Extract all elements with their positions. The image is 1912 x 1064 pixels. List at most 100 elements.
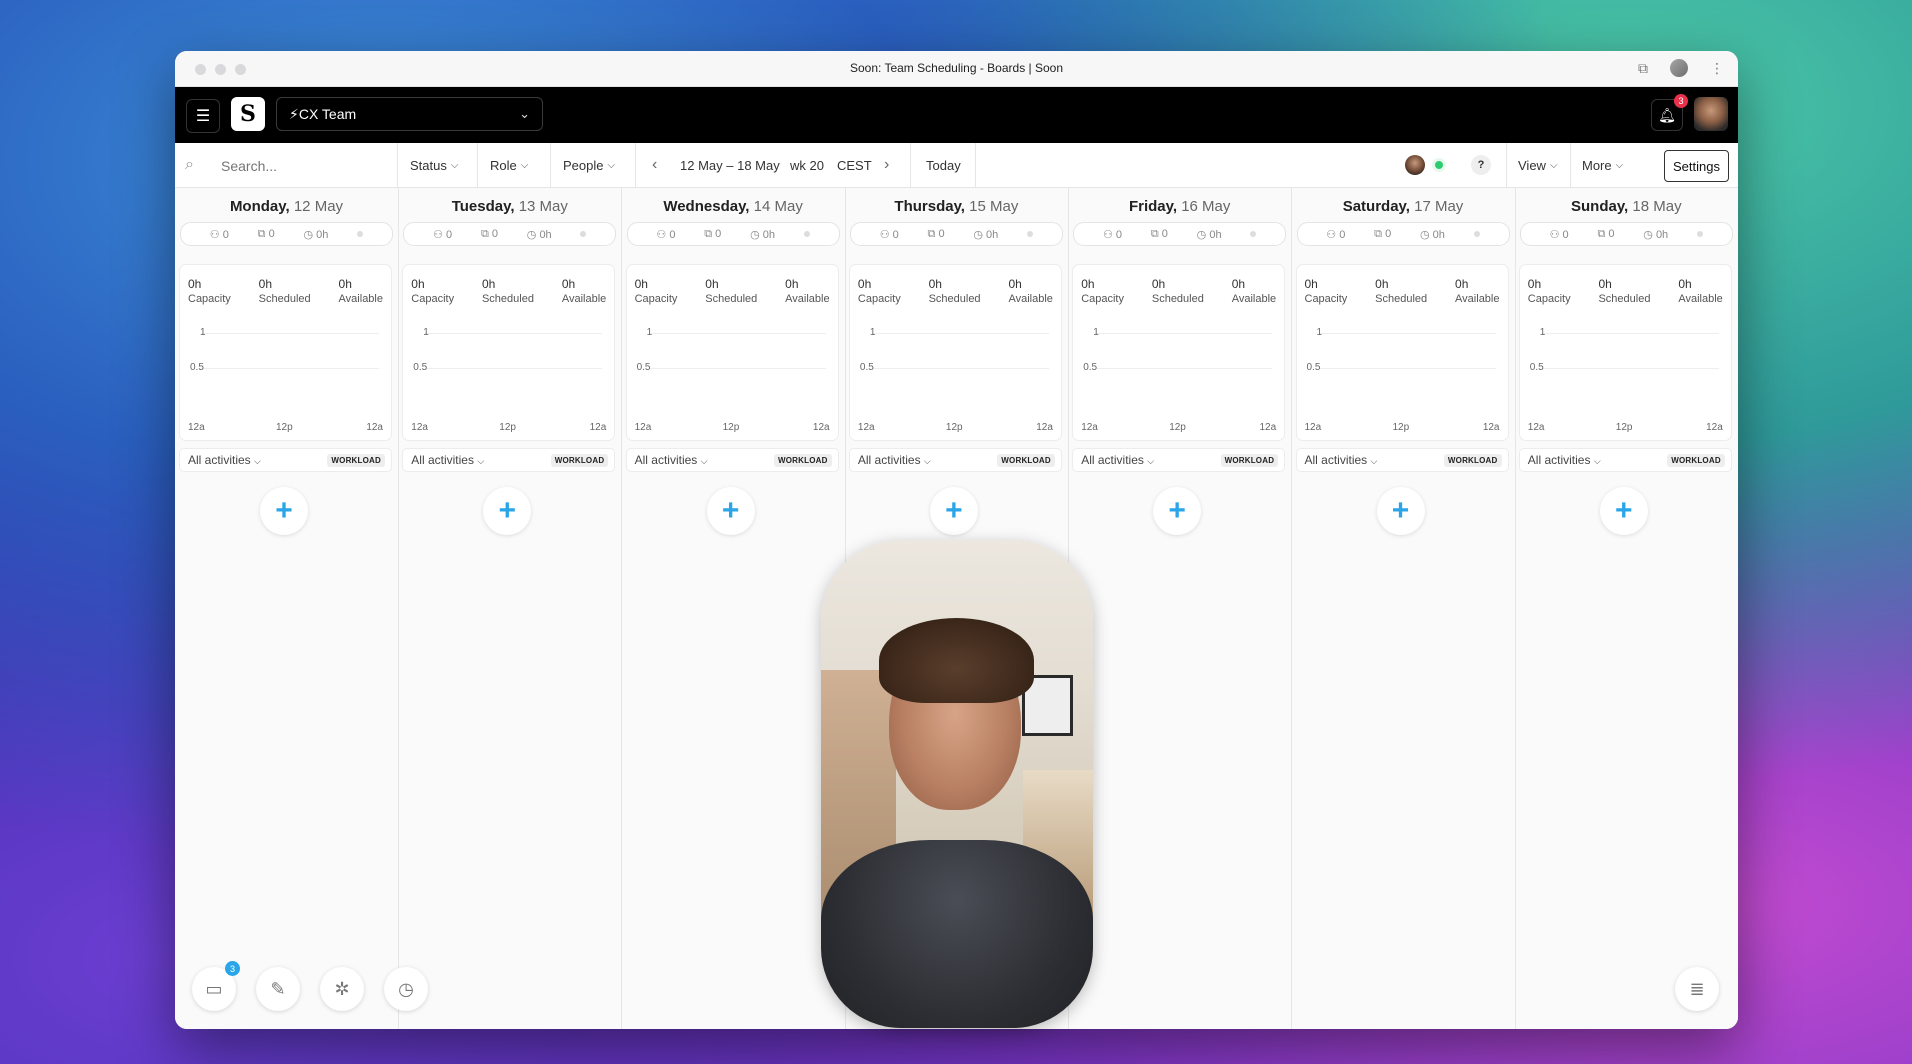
day-header: Monday, 12 May — [229, 198, 344, 215]
inbox-badge: 3 — [225, 961, 240, 976]
people-icon: ⚇ 0 — [656, 228, 676, 241]
user-avatar[interactable] — [1694, 97, 1728, 131]
clock-icon[interactable]: ◷ — [384, 967, 428, 1011]
member-avatar[interactable] — [1405, 155, 1425, 175]
capacity-metric: 0h Capacity — [1081, 277, 1124, 305]
help-button[interactable]: ? — [1471, 155, 1491, 175]
workload-card: 0h Capacity 0h Scheduled 0h Available 1 0.5… — [626, 265, 838, 440]
y-tick-label: 0.5 — [1083, 362, 1098, 373]
plus-icon[interactable]: + — [260, 487, 308, 535]
plus-icon[interactable]: + — [1376, 487, 1425, 535]
chevron-down-icon: ⌵ — [254, 456, 261, 466]
people-icon: ⚇ 0 — [1549, 228, 1569, 241]
chevron-down-icon: ⌵ — [607, 159, 616, 171]
activities-filter[interactable]: All activities ⌵ WORKLOAD — [849, 449, 1061, 471]
day-column: Wednesday, 14 May ⚇ 0 ⧉ 0 ◷ 0h 0h Capacit… — [622, 188, 846, 1029]
people-icon: ⚇ 0 — [433, 228, 453, 241]
x-tick-label: 12a — [1304, 422, 1322, 433]
status-dot — [803, 231, 810, 237]
clock-icon: ◷ 0h — [1419, 228, 1445, 241]
workload-card: 0h Capacity 0h Scheduled 0h Available 1 0.5… — [403, 265, 615, 440]
x-tick-label: 12p — [945, 422, 963, 433]
gridline — [425, 368, 603, 369]
y-tick-label: 1 — [200, 327, 206, 338]
copy-icon: ⧉ 0 — [1597, 227, 1615, 240]
copy-icon: ⧉ 0 — [704, 227, 722, 240]
chevron-left-icon[interactable]: ‹ — [652, 143, 657, 187]
search-input[interactable] — [219, 143, 393, 189]
gridline — [202, 368, 379, 369]
day-column: Monday, 12 May ⚇ 0 ⧉ 0 ◷ 0h 0h Capacity 0… — [175, 188, 399, 1029]
available-metric: 0h Available — [1678, 277, 1723, 305]
plus-icon[interactable]: + — [706, 487, 755, 535]
activities-filter[interactable]: All activities ⌵ WORKLOAD — [403, 449, 615, 471]
profile-avatar[interactable] — [1670, 59, 1688, 77]
app-logo[interactable]: S — [231, 97, 265, 131]
view-dropdown[interactable]: View ⌵ — [1518, 143, 1558, 187]
status-filter[interactable]: Status ⌵ — [410, 143, 458, 187]
capacity-metric: 0h Capacity — [411, 277, 455, 305]
workload-card: 0h Capacity 0h Scheduled 0h Available 1 0.5… — [849, 265, 1061, 440]
plus-icon[interactable]: + — [483, 487, 532, 535]
gridline — [1095, 333, 1273, 334]
timezone[interactable]: CEST — [837, 143, 872, 187]
scheduled-metric: 0h Scheduled — [1151, 277, 1204, 305]
sparkle-icon[interactable]: ✲ — [320, 967, 364, 1011]
capacity-metric: 0h Capacity — [1304, 277, 1348, 305]
activities-filter[interactable]: All activities ⌵ WORKLOAD — [1073, 449, 1285, 471]
today-button[interactable]: Today — [926, 143, 961, 187]
settings-button[interactable]: Settings — [1664, 150, 1729, 182]
more-dropdown[interactable]: More ⌵ — [1582, 143, 1623, 187]
chevron-down-icon: ⌵ — [1549, 159, 1558, 171]
activities-filter[interactable]: All activities ⌵ WORKLOAD — [626, 449, 838, 471]
y-tick-label: 1 — [1093, 327, 1099, 338]
plus-icon[interactable]: + — [929, 487, 978, 535]
y-tick-label: 0.5 — [413, 362, 428, 373]
capacity-metric: 0h Capacity — [188, 277, 231, 305]
kebab-menu-icon[interactable]: ⋮ — [1710, 60, 1724, 77]
y-tick-label: 1 — [646, 327, 653, 338]
day-header: Thursday, 15 May — [894, 198, 1019, 215]
x-tick-label: 12p — [276, 422, 293, 433]
title-bar: Soon: Team Scheduling - Boards | Soon ⧉ … — [175, 51, 1738, 87]
bell-icon[interactable]: 🔔︎ 3 — [1651, 94, 1688, 131]
extensions-icon[interactable]: ⧉ — [1638, 60, 1648, 77]
plus-icon[interactable]: + — [1599, 487, 1648, 535]
y-tick-label: 1 — [1539, 327, 1546, 338]
day-stats: ⚇ 0 ⧉ 0 ◷ 0h — [403, 222, 617, 246]
gridline — [871, 368, 1049, 369]
workload-badge: WORKLOAD — [774, 454, 832, 467]
chevron-down-icon: ⌵ — [1615, 159, 1624, 171]
x-tick-label: 12a — [634, 422, 652, 433]
day-stats: ⚇ 0 ⧉ 0 ◷ 0h — [180, 222, 393, 246]
gridline — [648, 333, 826, 334]
inbox-icon[interactable]: ▭ 3 — [192, 961, 240, 1011]
plus-icon[interactable]: + — [1153, 487, 1202, 535]
activities-filter[interactable]: All activities ⌵ WORKLOAD — [1519, 449, 1731, 471]
day-column: Friday, 16 May ⚇ 0 ⧉ 0 ◷ 0h 0h Capacity 0… — [1068, 188, 1293, 1029]
clock-icon: ◷ 0h — [526, 228, 552, 241]
role-filter[interactable]: Role ⌵ — [490, 143, 528, 187]
people-filter[interactable]: People ⌵ — [563, 143, 615, 187]
workload-card: 0h Capacity 0h Scheduled 0h Available 1 0.5… — [1296, 265, 1508, 440]
list-icon[interactable]: ≣ — [1675, 967, 1719, 1011]
chevron-down-icon: ⌵ — [923, 456, 931, 466]
clock-icon: ◷ 0h — [750, 228, 775, 241]
pencil-icon[interactable]: ✎ — [256, 967, 300, 1011]
people-icon: ⚇ 0 — [1102, 228, 1123, 241]
available-metric: 0h Available — [561, 277, 607, 305]
webcam-overlay[interactable] — [821, 540, 1093, 1028]
x-tick-label: 12a — [1527, 422, 1545, 433]
day-header: Friday, 16 May — [1128, 198, 1231, 215]
date-range[interactable]: 12 May – 18 May — [680, 143, 780, 187]
activities-filter[interactable]: All activities ⌵ WORKLOAD — [1296, 449, 1508, 471]
chevron-down-icon: ⌄ — [519, 106, 530, 121]
activities-filter[interactable]: All activities ⌵ WORKLOAD — [180, 449, 391, 471]
day-stats: ⚇ 0 ⧉ 0 ◷ 0h — [626, 222, 840, 246]
team-selector[interactable]: ⚡CX Team ⌄ — [276, 97, 543, 131]
menu-icon[interactable]: ☰ — [186, 99, 220, 133]
chevron-right-icon[interactable]: › — [884, 143, 889, 187]
y-tick-label: 0.5 — [1306, 362, 1321, 373]
status-dot — [1473, 231, 1480, 237]
copy-icon: ⧉ 0 — [1150, 227, 1168, 240]
